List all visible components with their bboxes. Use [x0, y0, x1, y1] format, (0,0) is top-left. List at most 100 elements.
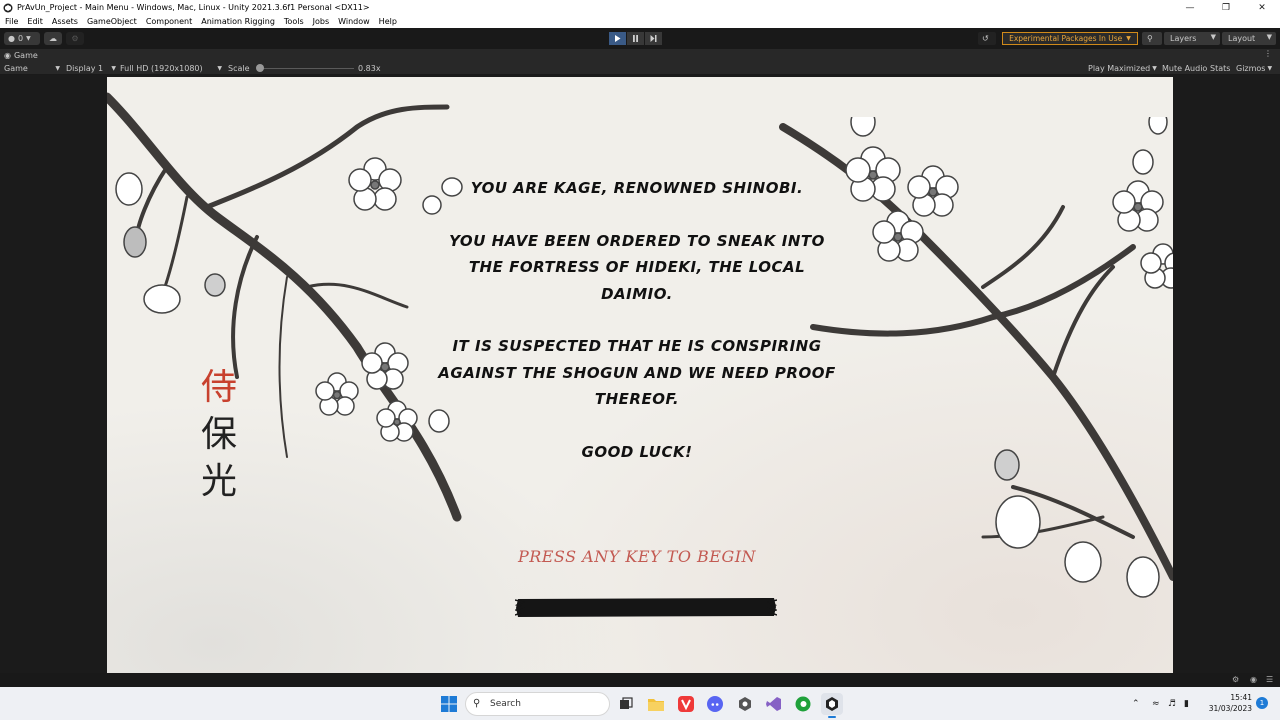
- active-app-indicator: [828, 716, 836, 718]
- task-view-icon[interactable]: [615, 693, 637, 715]
- chevron-up-icon: ⌃: [1132, 698, 1140, 709]
- minimize-button[interactable]: —: [1172, 0, 1208, 15]
- visual-studio-icon[interactable]: [763, 693, 785, 715]
- play-maximized-label: Play Maximized: [1088, 64, 1151, 73]
- account-icon: ●: [8, 34, 15, 43]
- story-paragraph-farewell: GOOD LUCK!: [581, 442, 693, 461]
- kanji-preserve: 保: [200, 414, 237, 455]
- unity-editor-taskbar-icon[interactable]: [821, 693, 843, 718]
- editor-status-bar: ⚙ ◉ ☰: [0, 673, 1280, 687]
- close-button[interactable]: ✕: [1244, 0, 1280, 15]
- game-tab[interactable]: ◉ Game: [4, 51, 38, 60]
- menu-animation-rigging[interactable]: Animation Rigging: [201, 17, 275, 26]
- settings-icon[interactable]: ◉: [1250, 675, 1257, 684]
- volume-icon[interactable]: ♬: [1168, 687, 1176, 720]
- evernote-icon[interactable]: [792, 693, 814, 715]
- unity-hub-icon[interactable]: [734, 693, 756, 715]
- game-tab-bar: ◉ Game ⋮: [0, 49, 1280, 62]
- menu-file[interactable]: File: [5, 17, 18, 26]
- menu-component[interactable]: Component: [146, 17, 192, 26]
- scale-slider-track: [258, 68, 354, 69]
- start-button[interactable]: [438, 693, 460, 715]
- clock-time: 15:41: [1230, 693, 1252, 702]
- title-bar: PrAvUn_Project - Main Menu - Windows, Ma…: [0, 0, 1280, 15]
- taskbar-search-box[interactable]: ⚲ Search: [465, 692, 610, 716]
- game-mode-label: Game: [4, 64, 28, 73]
- loading-bar: [515, 598, 777, 617]
- mute-audio-toggle[interactable]: Mute Audio: [1162, 62, 1207, 75]
- maximize-button[interactable]: ❐: [1208, 0, 1244, 15]
- menu-edit[interactable]: Edit: [27, 17, 43, 26]
- menu-gameobject[interactable]: GameObject: [87, 17, 137, 26]
- gizmos-dropdown[interactable]: Gizmos ▼: [1236, 62, 1272, 75]
- chevron-down-icon: ▼: [1267, 65, 1273, 72]
- gizmos-label: Gizmos: [1236, 64, 1266, 73]
- network-icon[interactable]: ≈: [1152, 687, 1160, 720]
- layers-label: Layers: [1170, 34, 1197, 43]
- play-icon: [615, 35, 621, 42]
- notification-count: 1: [1259, 699, 1265, 707]
- story-paragraph-suspicion: IT IS SUSPECTED THAT HE IS CONSPIRING AG…: [438, 337, 836, 408]
- resolution-label: Full HD (1920x1080): [120, 64, 203, 73]
- scale-slider[interactable]: [254, 62, 354, 75]
- more-options-icon[interactable]: ⋮: [1264, 49, 1272, 58]
- story-paragraph-mission: YOU HAVE BEEN ORDERED TO SNEAK INTO THE …: [449, 231, 825, 303]
- chevron-down-icon: ▼: [1210, 33, 1216, 41]
- search-button[interactable]: ⚲: [1142, 32, 1162, 45]
- menu-tools[interactable]: Tools: [284, 17, 304, 26]
- clock-date: 31/03/2023: [1208, 704, 1252, 713]
- story-paragraph-intro: YOU ARE KAGE, RENOWNED SHINOBI.: [470, 179, 804, 197]
- resolution-dropdown[interactable]: Full HD (1920x1080) ▼: [120, 62, 222, 75]
- show-hidden-icons[interactable]: ⌃: [1132, 687, 1140, 720]
- pause-button[interactable]: [627, 32, 644, 45]
- game-canvas[interactable]: 侍 保 光 YOU ARE KAGE, RENOWNED SHINOBI. YO…: [107, 77, 1173, 673]
- search-icon: ⚲: [1147, 34, 1153, 43]
- layers-dropdown[interactable]: Layers ▼: [1164, 32, 1220, 45]
- step-button[interactable]: [645, 32, 662, 45]
- collab-button[interactable]: ⚙: [66, 32, 84, 45]
- stats-toggle[interactable]: Stats: [1210, 62, 1230, 75]
- game-mode-dropdown[interactable]: Game ▼: [4, 62, 62, 75]
- scale-slider-thumb[interactable]: [255, 64, 264, 72]
- kanji-samurai: 侍: [200, 367, 237, 408]
- battery-icon[interactable]: ▮: [1184, 687, 1189, 720]
- system-clock[interactable]: 15:41 31/03/2023: [1200, 692, 1252, 714]
- notification-badge[interactable]: 1: [1256, 697, 1268, 709]
- vivaldi-browser-icon[interactable]: [675, 693, 697, 715]
- account-dropdown[interactable]: ● 0 ▼: [4, 32, 40, 45]
- gamepad-icon: ◉: [4, 51, 11, 60]
- chevron-down-icon: ▼: [26, 35, 31, 42]
- step-icon: [650, 35, 657, 42]
- cloud-icon: ☁: [49, 34, 57, 43]
- game-view-toolbar: Game ▼ Display 1 ▼ Full HD (1920x1080) ▼…: [0, 62, 1280, 75]
- press-any-key-prompt: PRESS ANY KEY TO BEGIN: [517, 547, 757, 566]
- history-button[interactable]: ↺: [978, 32, 996, 45]
- history-icon: ↺: [982, 34, 989, 43]
- kanji-column: 侍 保 光: [195, 364, 243, 505]
- experimental-packages-button[interactable]: Experimental Packages In Use ▼: [1002, 32, 1138, 45]
- cloud-button[interactable]: ☁: [44, 32, 62, 45]
- display-dropdown[interactable]: Display 1 ▼: [66, 62, 116, 75]
- play-button[interactable]: [609, 32, 626, 45]
- kanji-light: 光: [200, 461, 237, 502]
- game-tab-label: Game: [13, 51, 38, 60]
- scale-value: 0.83x: [358, 64, 381, 73]
- unity-editor-window: PrAvUn_Project - Main Menu - Windows, Ma…: [0, 0, 1280, 720]
- cherry-blossom-branch-left: [107, 92, 463, 522]
- search-icon: ⚲: [473, 698, 481, 709]
- chevron-down-icon: ▼: [217, 65, 222, 72]
- menu-window[interactable]: Window: [338, 17, 370, 26]
- layout-dropdown[interactable]: Layout ▼: [1222, 32, 1276, 45]
- menu-assets[interactable]: Assets: [52, 17, 78, 26]
- layers-icon[interactable]: ☰: [1266, 675, 1273, 684]
- play-controls: [609, 32, 663, 45]
- debug-icon[interactable]: ⚙: [1232, 675, 1239, 684]
- menu-jobs[interactable]: Jobs: [313, 17, 330, 26]
- experimental-packages-label: Experimental Packages In Use: [1009, 34, 1123, 43]
- discord-icon[interactable]: [704, 693, 726, 715]
- play-maximized-dropdown[interactable]: Play Maximized ▼: [1088, 62, 1157, 75]
- file-explorer-icon[interactable]: [645, 693, 667, 715]
- unity-logo-icon: [3, 3, 13, 13]
- windows-taskbar: [0, 687, 1280, 720]
- menu-help[interactable]: Help: [379, 17, 397, 26]
